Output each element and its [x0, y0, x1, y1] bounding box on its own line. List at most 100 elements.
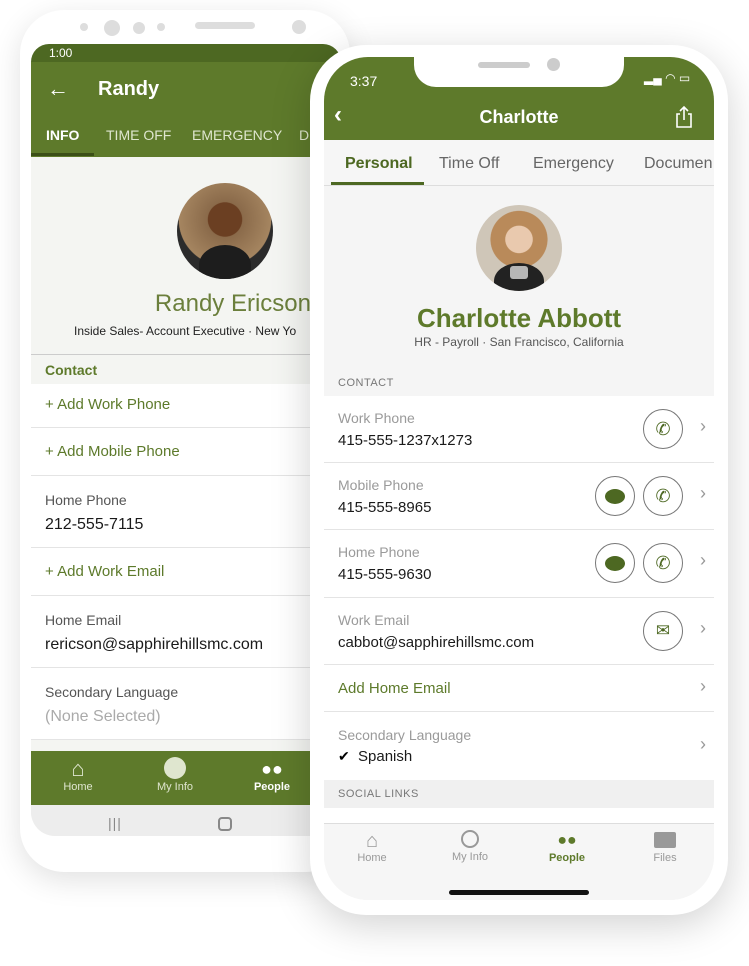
- avatar[interactable]: [177, 183, 273, 279]
- nav-home[interactable]: ⌂ Home: [43, 757, 113, 794]
- nav-label: Files: [653, 852, 677, 864]
- home-button-icon[interactable]: [218, 817, 232, 831]
- message-icon: [605, 555, 625, 571]
- sensor-dot: [80, 23, 88, 31]
- sensor-dot: [133, 22, 145, 34]
- profile-subtitle: Inside Sales- Account Executive · New Yo: [74, 324, 297, 338]
- field-value: 415-555-1237x1273: [338, 432, 473, 449]
- add-home-email-link: Add Home Email: [338, 680, 451, 697]
- profile-name: Randy Ericson: [154, 290, 311, 317]
- tab-indicator: [331, 182, 424, 185]
- nav-label: My Info: [156, 781, 194, 793]
- call-button[interactable]: ✆: [643, 476, 683, 516]
- add-home-email-row[interactable]: Add Home Email ›: [324, 665, 714, 712]
- nav-files[interactable]: Files: [630, 830, 700, 864]
- back-arrow-icon[interactable]: ←: [47, 76, 69, 102]
- nav-people[interactable]: ●● People: [532, 830, 602, 864]
- folder-icon: [654, 832, 676, 848]
- checkmark-icon: ✔: [338, 748, 350, 764]
- add-work-email[interactable]: + Add Work Email: [31, 548, 341, 596]
- field-value: Spanish: [358, 748, 413, 765]
- user-icon: [164, 757, 186, 779]
- field-value: cabbot@sapphirehillsmc.com: [338, 634, 535, 651]
- people-icon: ●●: [261, 759, 283, 779]
- android-screen: 1:00 ← Randy INFO TIME OFF EMERGENCY D R…: [31, 44, 341, 836]
- secondary-language-row[interactable]: Secondary Language (None Selected): [31, 668, 341, 740]
- home-phone-row[interactable]: Home Phone 212-555-7115: [31, 476, 341, 548]
- tab-emergency[interactable]: EMERGENCY: [192, 127, 282, 143]
- field-label: Secondary Language: [45, 684, 179, 700]
- chevron-right-icon: ›: [700, 734, 706, 754]
- call-button[interactable]: ✆: [643, 409, 683, 449]
- tab-emergency[interactable]: Emergency: [533, 155, 614, 173]
- bottom-nav: ⌂ Home My Info ●● People: [31, 751, 341, 805]
- profile-subtitle: HR - Payroll · San Francisco, California: [414, 335, 624, 349]
- share-icon[interactable]: [674, 105, 694, 129]
- camera-icon[interactable]: [510, 266, 528, 279]
- section-header-social: SOCIAL LINKS: [324, 780, 714, 808]
- field-label: Home Phone: [338, 544, 420, 560]
- home-phone-row[interactable]: Home Phone 415-555-9630 ✆ ›: [324, 530, 714, 598]
- email-button[interactable]: ✉: [643, 611, 683, 651]
- nav-label: People: [253, 781, 291, 793]
- field-label: Secondary Language: [338, 727, 472, 743]
- camera-dot: [292, 20, 306, 34]
- ios-screen: 3:37 ▂▄ ◠ ▭ ‹ Charlotte Personal Time Of…: [324, 57, 714, 900]
- user-icon: [461, 830, 479, 848]
- add-work-phone[interactable]: + Add Work Phone: [31, 384, 341, 428]
- add-link: + Add Work Phone: [45, 396, 171, 413]
- nav-my-info[interactable]: My Info: [140, 757, 210, 793]
- tab-documents[interactable]: Documen: [644, 155, 712, 173]
- profile-name: Charlotte Abbott: [416, 303, 622, 333]
- signal-wifi-battery-icon: ▂▄ ◠ ▭: [644, 71, 691, 85]
- sensor-dot: [157, 23, 165, 31]
- nav-people[interactable]: ●● People: [237, 757, 307, 793]
- field-value: rericson@sapphirehillsmc.com: [45, 636, 264, 653]
- tab-time-off[interactable]: TIME OFF: [106, 127, 171, 143]
- nav-label: My Info: [451, 851, 489, 863]
- chevron-right-icon: ›: [700, 676, 706, 696]
- tab-bar: Personal Time Off Emergency Documen: [324, 140, 714, 186]
- message-button[interactable]: [595, 476, 635, 516]
- recents-icon[interactable]: |||: [108, 815, 122, 831]
- tab-time-off[interactable]: Time Off: [439, 155, 499, 173]
- add-link: + Add Work Email: [45, 563, 165, 580]
- nav-my-info[interactable]: My Info: [435, 830, 505, 863]
- section-header-contact: Contact: [31, 354, 341, 384]
- field-label: Home Email: [45, 612, 122, 628]
- home-icon: ⌂: [365, 830, 379, 852]
- android-phone: 1:00 ← Randy INFO TIME OFF EMERGENCY D R…: [20, 10, 350, 872]
- phone-icon: ✆: [655, 418, 671, 439]
- tab-bar-bottom: ⌂ Home My Info ●● People Files: [324, 823, 714, 900]
- add-mobile-phone[interactable]: + Add Mobile Phone: [31, 428, 341, 476]
- nav-home[interactable]: ⌂ Home: [337, 830, 407, 864]
- message-button[interactable]: [595, 543, 635, 583]
- nav-label: Home: [63, 781, 93, 793]
- ios-phone: 3:37 ▂▄ ◠ ▭ ‹ Charlotte Personal Time Of…: [310, 45, 728, 915]
- chevron-right-icon: ›: [700, 618, 706, 638]
- app-bar: ← Randy INFO TIME OFF EMERGENCY D: [31, 62, 341, 157]
- home-email-row[interactable]: Home Email rericson@sapphirehillsmc.com: [31, 596, 341, 668]
- home-indicator[interactable]: [449, 890, 589, 895]
- add-link: + Add Mobile Phone: [45, 443, 180, 460]
- phone-icon: ✆: [655, 485, 671, 506]
- work-email-row[interactable]: Work Email cabbot@sapphirehillsmc.com ✉ …: [324, 598, 714, 665]
- status-time: 1:00: [49, 46, 73, 60]
- call-button[interactable]: ✆: [643, 543, 683, 583]
- notch: [414, 57, 624, 87]
- message-icon: [605, 488, 625, 504]
- work-phone-row[interactable]: Work Phone 415-555-1237x1273 ✆ ›: [324, 396, 714, 463]
- page-title: Randy: [98, 78, 160, 100]
- system-nav-bar: |||: [31, 805, 341, 836]
- secondary-language-row[interactable]: Secondary Language ✔ Spanish ›: [324, 712, 714, 780]
- tab-info[interactable]: INFO: [46, 127, 79, 143]
- tab-personal[interactable]: Personal: [345, 155, 413, 173]
- tab-documents[interactable]: D: [299, 127, 309, 143]
- avatar[interactable]: [476, 205, 562, 291]
- mobile-phone-row[interactable]: Mobile Phone 415-555-8965 ✆ ›: [324, 463, 714, 530]
- field-label: Work Email: [338, 612, 410, 628]
- tab-indicator: [31, 153, 94, 156]
- speaker: [195, 22, 255, 29]
- phone-icon: ✆: [655, 552, 671, 573]
- page-title: Charlotte: [479, 107, 559, 127]
